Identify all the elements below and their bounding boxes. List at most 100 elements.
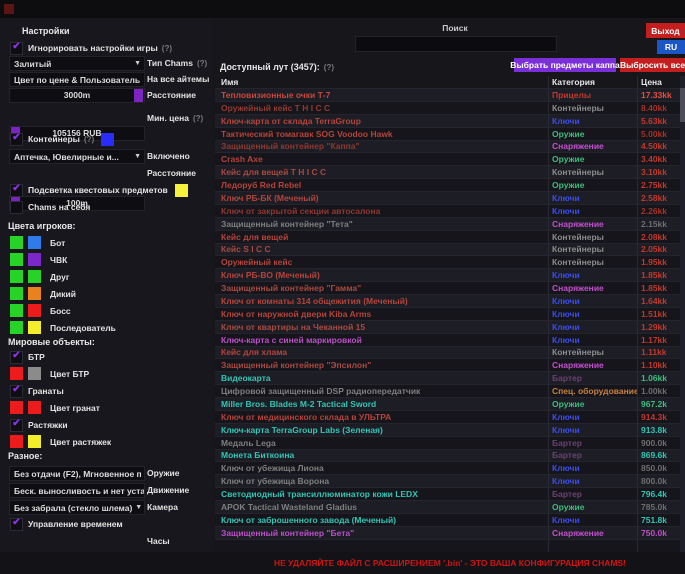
scrollbar-thumb[interactable]: [680, 88, 685, 122]
ignore-game-settings-checkbox[interactable]: ✔ Игнорировать настройки игры (?): [10, 41, 172, 55]
table-row[interactable]: Ключ-карта с синей маркировкой Ключи 1.1…: [215, 333, 685, 346]
table-row[interactable]: Ключ РБ-ВО (Меченый) Ключи 1.85kk: [215, 268, 685, 281]
item-name: Оружейный кейс: [215, 257, 548, 267]
color-swatch-secondary[interactable]: [28, 253, 41, 266]
table-row[interactable]: Кейс для вещей Контейнеры 2.08kk: [215, 230, 685, 243]
table-row[interactable]: Ключ от медицинского склада в УЛЬТРА Клю…: [215, 410, 685, 423]
color-swatch-primary[interactable]: [10, 236, 23, 249]
table-row[interactable]: Оружейный кейс T H I C C Контейнеры 8.40…: [215, 101, 685, 114]
world-object-checkbox[interactable]: ✔ Растяжки: [10, 418, 68, 432]
table-row[interactable]: [215, 539, 685, 552]
chams-type-dropdown[interactable]: Залитый ▼: [9, 56, 145, 71]
containers-color-swatch[interactable]: [101, 133, 114, 146]
table-row[interactable]: Ключ от заброшенного завода (Меченый) Кл…: [215, 513, 685, 526]
item-category: Ключи: [548, 192, 637, 204]
table-row[interactable]: Цифровой защищенный DSP радиопередатчик …: [215, 384, 685, 397]
table-row[interactable]: Кейс для вещей T H I C C Контейнеры 3.10…: [215, 165, 685, 178]
quest-highlight-checkbox[interactable]: ✔ Подсветка квестовых предметов: [10, 183, 188, 197]
all-items-dropdown[interactable]: Цвет по цене & Пользователь ▼: [9, 72, 145, 87]
column-category[interactable]: Категория: [548, 76, 637, 88]
table-row[interactable]: Видеокарта Бартер 1.06kk: [215, 371, 685, 384]
color-swatch-secondary[interactable]: [28, 435, 41, 448]
column-name[interactable]: Имя: [215, 77, 548, 87]
world-object-checkbox[interactable]: ✔ БТР: [10, 350, 45, 364]
table-row[interactable]: Ключ-карта TerraGroup Labs (Зеленая) Клю…: [215, 423, 685, 436]
color-swatch-primary[interactable]: [10, 367, 23, 380]
containers-checkbox[interactable]: ✔ Контейнеры (?): [10, 132, 114, 146]
table-row[interactable]: Защищенный контейнер "Каппа" Снаряжение …: [215, 140, 685, 153]
slider-handle[interactable]: [134, 89, 143, 102]
weapon-dropdown[interactable]: Без отдачи (F2), Мгновенное п ▼: [9, 466, 145, 481]
language-button[interactable]: RU: [657, 40, 685, 54]
containers-filter-dropdown[interactable]: Аптечка, Ювелирные и... ▼: [9, 149, 145, 164]
table-row[interactable]: Ключ-карта от склада TerraGroup Ключи 5.…: [215, 114, 685, 127]
color-swatch-secondary[interactable]: [28, 401, 41, 414]
color-swatch-primary[interactable]: [10, 321, 23, 334]
time-control-checkbox[interactable]: ✔ Управление временем: [10, 517, 123, 531]
distance-slider[interactable]: 3000m: [9, 88, 145, 103]
table-row[interactable]: Ледоруб Red Rebel Оружие 2.75kk: [215, 178, 685, 191]
table-row[interactable]: Тепловизионные очки Т-7 Прицелы 17.33kk: [215, 88, 685, 101]
table-scrollbar[interactable]: [680, 76, 685, 552]
table-row[interactable]: Светодиодный трансиллюминатор кожи LEDX …: [215, 487, 685, 500]
table-row[interactable]: Защищенный контейнер "Гамма" Снаряжение …: [215, 281, 685, 294]
camera-dropdown[interactable]: Без забрала (стекло шлема) ▼: [9, 500, 145, 515]
table-row[interactable]: Ключ РБ-БК (Меченый) Ключи 2.58kk: [215, 191, 685, 204]
item-category: Ключи: [548, 308, 637, 320]
table-row[interactable]: Ключ от убежища Ворона Ключи 800.0k: [215, 474, 685, 487]
color-swatch-secondary[interactable]: [28, 367, 41, 380]
checkbox-icon[interactable]: ✔: [10, 351, 23, 364]
checkbox-icon[interactable]: ✔: [10, 419, 23, 432]
checkbox-icon[interactable]: ✔: [10, 133, 23, 146]
item-price: 5.00kk: [637, 128, 684, 140]
checkbox-icon[interactable]: ✔: [10, 518, 23, 531]
table-row[interactable]: Защищенный контейнер "Эпсилон" Снаряжени…: [215, 358, 685, 371]
checkbox-icon[interactable]: [10, 201, 23, 214]
column-price[interactable]: Цена: [637, 76, 684, 88]
color-swatch-primary[interactable]: [10, 253, 23, 266]
table-row[interactable]: Crash Axe Оружие 3.40kk: [215, 152, 685, 165]
search-input[interactable]: [355, 36, 557, 52]
table-row[interactable]: Медаль Lega Бартер 900.0k: [215, 436, 685, 449]
table-row[interactable]: Ключ от комнаты 314 общежития (Меченый) …: [215, 294, 685, 307]
world-object-checkbox[interactable]: ✔ Гранаты: [10, 384, 64, 398]
help-icon[interactable]: (?): [324, 63, 334, 72]
table-row[interactable]: APOK Tactical Wasteland Gladius Оружие 7…: [215, 500, 685, 513]
drop-all-button[interactable]: Выбросить все: [620, 58, 685, 72]
table-row[interactable]: Защищенный контейнер "Тета" Снаряжение 2…: [215, 217, 685, 230]
table-row[interactable]: Ключ от наружной двери Kiba Arms Ключи 1…: [215, 307, 685, 320]
table-row[interactable]: Ключ от закрытой секции автосалона Ключи…: [215, 204, 685, 217]
help-icon[interactable]: (?): [162, 44, 172, 53]
color-swatch-secondary[interactable]: [28, 270, 41, 283]
table-row[interactable]: Тактический томагавк SOG Voodoo Hawk Ору…: [215, 127, 685, 140]
chams-self-checkbox[interactable]: Chams на себя: [10, 200, 90, 214]
color-swatch-primary[interactable]: [10, 435, 23, 448]
checkbox-icon[interactable]: ✔: [10, 184, 23, 197]
table-row[interactable]: Защищенный контейнер "Бета" Снаряжение 7…: [215, 526, 685, 539]
color-swatch-primary[interactable]: [10, 304, 23, 317]
color-swatch-secondary[interactable]: [28, 287, 41, 300]
item-name: Тактический томагавк SOG Voodoo Hawk: [215, 129, 548, 139]
help-icon[interactable]: (?): [193, 114, 203, 123]
color-swatch-primary[interactable]: [10, 270, 23, 283]
help-icon[interactable]: (?): [197, 59, 207, 68]
table-row[interactable]: Ключ от убежища Лиона Ключи 850.0k: [215, 461, 685, 474]
table-row[interactable]: Miller Bros. Blades M-2 Tactical Sword О…: [215, 397, 685, 410]
color-swatch-primary[interactable]: [10, 401, 23, 414]
table-row[interactable]: Монета Биткоина Бартер 869.6k: [215, 449, 685, 462]
color-swatch-primary[interactable]: [10, 287, 23, 300]
checkbox-icon[interactable]: ✔: [10, 385, 23, 398]
table-row[interactable]: Кейс S I C C Контейнеры 2.05kk: [215, 243, 685, 256]
select-kappa-button[interactable]: Выбрать предметы каппа: [514, 58, 616, 72]
color-swatch-secondary[interactable]: [28, 321, 41, 334]
quest-color-swatch[interactable]: [175, 184, 188, 197]
checkbox-icon[interactable]: ✔: [10, 42, 23, 55]
color-swatch-secondary[interactable]: [28, 236, 41, 249]
table-row[interactable]: Ключ от квартиры на Чеканной 15 Ключи 1.…: [215, 320, 685, 333]
exit-button[interactable]: Выход: [646, 23, 685, 38]
color-swatch-secondary[interactable]: [28, 304, 41, 317]
table-row[interactable]: Оружейный кейс Контейнеры 1.95kk: [215, 255, 685, 268]
table-row[interactable]: Кейс для хлама Контейнеры 1.11kk: [215, 346, 685, 359]
movement-dropdown[interactable]: Беск. выносливость и нет уста ▼: [9, 483, 145, 498]
help-icon[interactable]: (?): [84, 135, 94, 144]
